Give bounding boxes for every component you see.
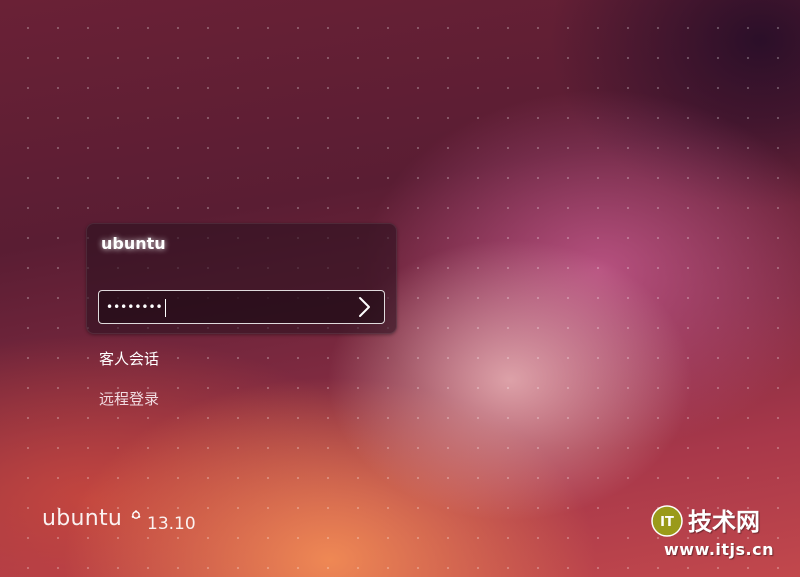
user-name[interactable]: ubuntu [101, 234, 166, 253]
watermark-name: 技术网 [688, 508, 760, 536]
password-input[interactable]: •••••••• [98, 290, 385, 324]
guest-session-link[interactable]: 客人会话 [99, 348, 159, 369]
ubuntu-wordmark: ubuntu [42, 506, 123, 531]
watermark-logo-icon: IT [651, 505, 683, 537]
login-box: ubuntu •••••••• [86, 223, 397, 334]
watermark-url: www.itjs.cn [664, 540, 774, 559]
version-label: 13.10 [147, 514, 196, 534]
watermark-logo-text: IT [660, 515, 674, 530]
password-mask: •••••••• [106, 298, 166, 317]
chevron-right-icon[interactable] [352, 295, 376, 319]
text-caret [164, 298, 166, 317]
site-watermark: IT 技术网 www.itjs.cn [650, 498, 790, 566]
remote-login-link[interactable]: 远程登录 [99, 388, 159, 409]
ubuntu-circle-of-friends-icon [131, 510, 141, 519]
